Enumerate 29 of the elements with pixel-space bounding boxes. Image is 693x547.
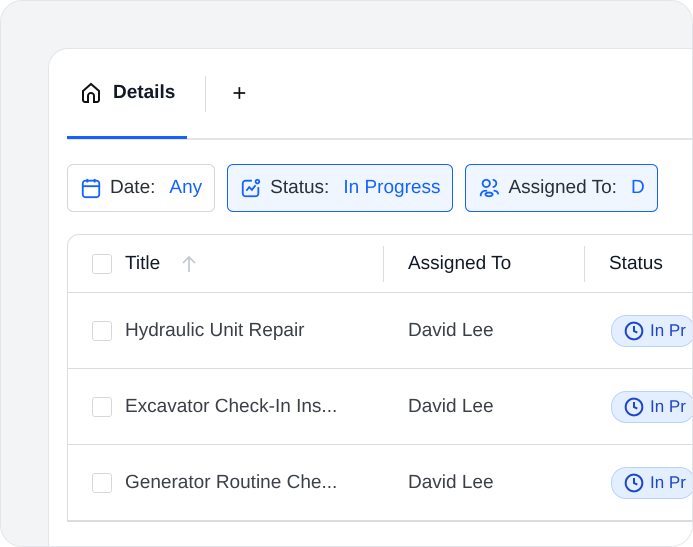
table-cell: David Lee [408, 320, 494, 342]
status-badge: In Pr [611, 390, 692, 422]
column-header[interactable]: Status [609, 252, 663, 274]
clock-icon [624, 396, 644, 416]
filter-chip[interactable]: Date: Any [67, 164, 216, 212]
sort-arrow-icon[interactable] [181, 254, 198, 272]
table-cell: Generator Routine Che... [125, 472, 338, 494]
column-header[interactable]: Assigned To [408, 252, 512, 274]
users-icon [478, 177, 500, 199]
column-header[interactable]: Title [125, 252, 160, 274]
checkbox[interactable] [92, 320, 112, 340]
checkbox[interactable] [92, 396, 112, 416]
home-icon [79, 81, 103, 105]
checkbox[interactable] [92, 254, 112, 274]
add-tab-button[interactable]: + [224, 80, 254, 108]
tab[interactable]: Details [67, 50, 188, 139]
calendar-icon [80, 177, 102, 199]
clock-icon [624, 320, 644, 340]
clock-icon [624, 472, 644, 492]
filter-chip[interactable]: Status: In Progress [227, 164, 454, 212]
chart-icon [240, 177, 262, 199]
status-badge: In Pr [611, 314, 692, 346]
status-badge: In Pr [611, 466, 692, 498]
table-cell: David Lee [408, 472, 494, 494]
filter-chip[interactable]: Assigned To: D [465, 164, 658, 212]
table-cell: Excavator Check-In Ins... [125, 396, 338, 418]
table-cell: David Lee [408, 396, 494, 418]
checkbox[interactable] [92, 472, 112, 492]
table-cell: Hydraulic Unit Repair [125, 320, 305, 342]
